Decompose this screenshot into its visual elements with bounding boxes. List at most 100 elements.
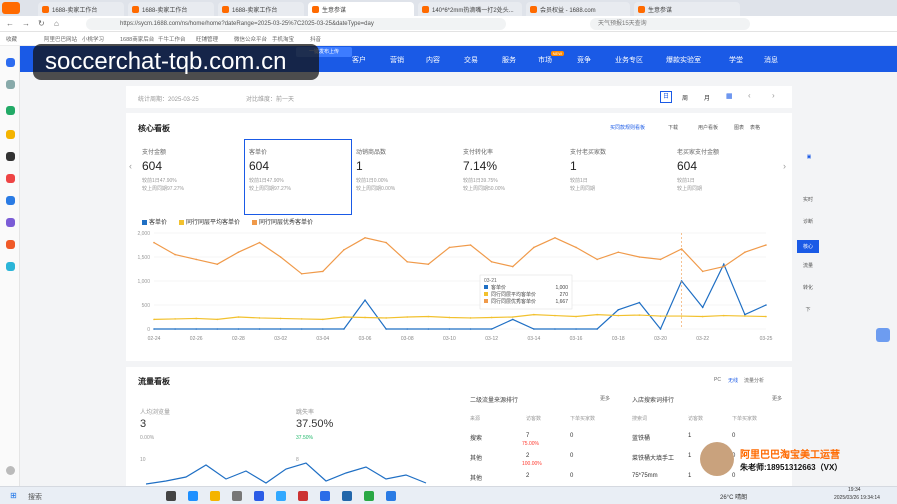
bookmark-item[interactable]: 小桃学习 [82,35,104,43]
right-tab[interactable]: 流量 [797,262,819,269]
data-point[interactable] [174,318,176,320]
data-point[interactable] [659,328,662,330]
core-link[interactable]: 买同款规则看板 [610,124,645,131]
nav-item[interactable]: 服务 [502,55,516,65]
data-point[interactable] [364,316,366,319]
browser-search-input[interactable]: 天气预报15天查询 [590,18,750,30]
data-point[interactable] [765,304,767,306]
data-point[interactable] [596,313,598,316]
nav-item[interactable]: 交易 [464,55,478,65]
data-point[interactable] [701,306,704,309]
data-point[interactable] [322,328,324,330]
bookmark-item[interactable]: 微信公众平台 [234,35,267,43]
data-point[interactable] [511,265,514,268]
data-point[interactable] [638,301,641,304]
data-point[interactable] [575,246,577,249]
wireless-toggle[interactable]: 无线 [728,377,738,384]
core-link[interactable]: 用户看板 [698,124,718,131]
data-point[interactable] [448,246,451,249]
data-point[interactable] [722,263,725,265]
sidebar-app-icon[interactable] [6,262,15,271]
data-point[interactable] [406,316,409,318]
bookmark-item[interactable]: 1688商家后台 [120,35,154,43]
browser-tab[interactable]: 1688-卖家工作台 [38,2,124,16]
data-point[interactable] [680,315,683,317]
data-point[interactable] [490,261,493,263]
data-point[interactable] [448,328,451,330]
browser-tab[interactable]: 1688-卖家工作台 [128,2,214,16]
data-point[interactable] [258,328,261,330]
data-point[interactable] [617,309,620,311]
data-point[interactable] [279,256,282,258]
data-point[interactable] [596,258,598,261]
data-point[interactable] [364,299,366,301]
photoshop-icon[interactable] [276,491,286,501]
back-icon[interactable]: ← [6,19,14,28]
folder-icon[interactable] [210,491,220,501]
nav-item[interactable]: 爆款实验室 [666,55,701,65]
data-point[interactable] [216,318,219,321]
data-point[interactable] [511,318,514,321]
data-point[interactable] [216,328,219,330]
data-point[interactable] [765,315,767,318]
prev-icon[interactable]: ‹ [748,91,751,100]
browser-tab[interactable]: 生意参谋 [308,2,414,16]
feedback-icon[interactable]: ▣ [800,154,818,182]
nav-item[interactable]: 营销 [390,55,404,65]
more-link[interactable]: 更多 [772,395,782,402]
day-button[interactable]: 日 [660,91,672,103]
data-point[interactable] [406,328,409,330]
core-link[interactable]: 表格 [750,124,760,131]
data-point[interactable] [343,316,345,318]
data-point[interactable] [153,328,155,330]
data-point[interactable] [659,258,662,261]
data-point[interactable] [575,315,577,318]
pc-toggle[interactable]: PC [714,377,721,383]
data-point[interactable] [469,317,472,319]
data-point[interactable] [638,314,641,316]
home-icon[interactable]: ⌂ [54,19,59,28]
data-point[interactable] [575,328,577,330]
data-point[interactable] [554,328,556,330]
data-point[interactable] [722,265,725,268]
data-point[interactable] [300,328,303,330]
data-point[interactable] [722,314,725,317]
sidebar-app-icon[interactable] [6,218,15,227]
wechat-icon[interactable] [364,491,374,501]
data-point[interactable] [385,317,387,319]
kpi-card[interactable]: 动销商品数 1 较前1日0.00% 较上周同期0.00% [356,147,456,207]
calendar-icon[interactable]: ▦ [726,92,733,100]
week-button[interactable]: 周 [682,93,688,102]
nav-item[interactable]: 学堂 [729,55,743,65]
reload-icon[interactable]: ↻ [38,19,45,28]
sidebar-app-icon[interactable] [6,174,15,183]
data-point[interactable] [279,317,282,320]
data-point[interactable] [554,237,556,239]
data-point[interactable] [237,316,240,318]
data-point[interactable] [490,328,493,330]
nav-item[interactable]: 市场 NEW [538,51,564,65]
right-tab[interactable]: 实时 [797,196,819,203]
forward-icon[interactable]: → [22,19,30,28]
data-point[interactable] [216,263,219,265]
kpi-next-icon[interactable]: › [783,161,786,171]
data-point[interactable] [258,241,261,244]
more-link[interactable]: 更多 [600,395,610,402]
right-tab[interactable]: 转化 [797,284,819,291]
data-point[interactable] [533,246,535,249]
next-icon[interactable]: › [772,91,775,100]
data-point[interactable] [195,258,198,261]
sidebar-app-icon[interactable] [6,196,15,205]
taskbar-search[interactable]: 搜索 [28,492,42,502]
data-point[interactable] [427,328,430,330]
data-point[interactable] [195,317,198,320]
kpi-card[interactable]: 老买家支付金额 604 较前1日 较上周同期 [677,147,777,207]
data-point[interactable] [554,314,556,317]
browser-tab[interactable]: 1688-卖家工作台 [218,2,304,16]
data-point[interactable] [237,251,240,253]
store-icon[interactable] [232,491,242,501]
data-point[interactable] [385,328,387,330]
url-field[interactable]: https://sycm.1688.com/ns/home/home?dateR… [86,18,506,30]
data-point[interactable] [659,315,662,317]
app-icon[interactable] [298,491,308,501]
